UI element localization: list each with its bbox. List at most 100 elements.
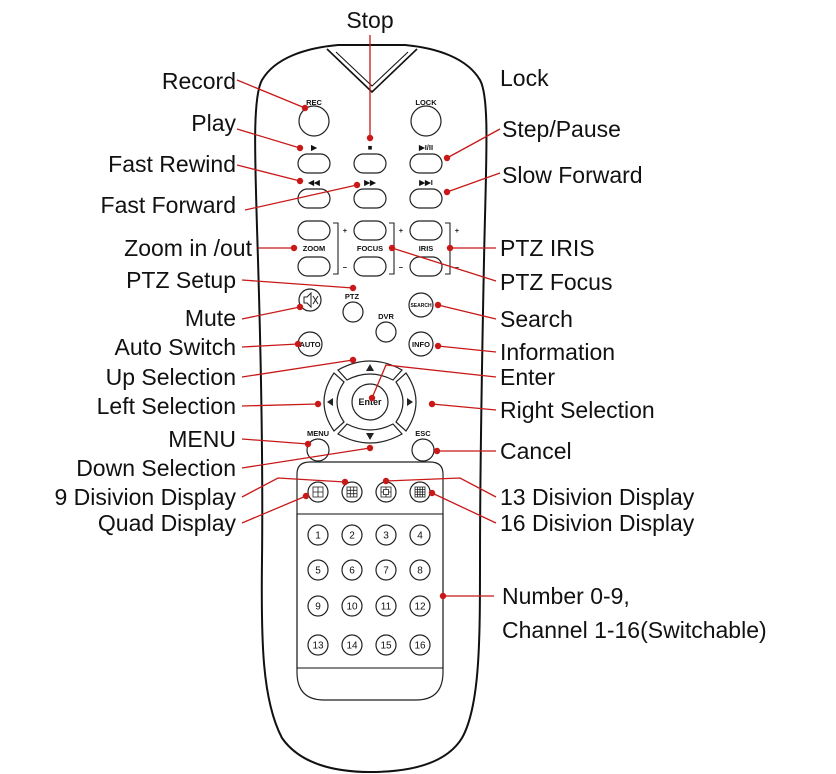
iris-plus: + bbox=[455, 226, 460, 235]
step-pause-symbol: ▶I/II bbox=[418, 143, 433, 152]
label-menu: MENU bbox=[168, 426, 236, 452]
dvr-label: DVR bbox=[378, 312, 394, 321]
dot-up bbox=[349, 356, 357, 364]
dot-div9 bbox=[341, 478, 349, 486]
number-key-label: 11 bbox=[381, 602, 392, 613]
dot-stop bbox=[366, 134, 374, 142]
label-zoom: Zoom in /out bbox=[124, 235, 252, 261]
label-information: Information bbox=[500, 339, 615, 365]
number-key-label: 5 bbox=[315, 566, 321, 577]
number-key-label: 13 bbox=[312, 641, 324, 652]
label-auto-switch: Auto Switch bbox=[115, 334, 236, 360]
label-ptz-iris: PTZ IRIS bbox=[500, 235, 595, 261]
dvr-button[interactable] bbox=[375, 321, 397, 343]
esc-label: ESC bbox=[415, 429, 431, 438]
play-button[interactable] bbox=[297, 153, 331, 174]
dot-numbers bbox=[439, 592, 447, 600]
number-key-label: 10 bbox=[346, 602, 358, 613]
dot-step-pause bbox=[443, 154, 451, 162]
iris-label: IRIS bbox=[419, 244, 434, 253]
number-key-label: 1 bbox=[315, 531, 321, 542]
iris-minus-button[interactable] bbox=[409, 256, 443, 277]
label-fast-forward: Fast Forward bbox=[101, 192, 236, 218]
label-left-selection: Left Selection bbox=[97, 393, 236, 419]
dot-quad bbox=[302, 492, 310, 500]
zoom-in-button[interactable] bbox=[297, 220, 331, 241]
number-key-label: 9 bbox=[315, 602, 321, 613]
label-step-pause: Step/Pause bbox=[502, 116, 621, 142]
dot-info bbox=[434, 342, 442, 350]
label-quad: Quad Display bbox=[98, 510, 237, 536]
dot-mute bbox=[296, 303, 304, 311]
fast-forward-symbol: ▶▶ bbox=[363, 178, 377, 187]
label-number-line1: Number 0-9, bbox=[502, 583, 630, 609]
info-label: INFO bbox=[412, 340, 430, 349]
number-key-label: 4 bbox=[417, 531, 423, 542]
dot-auto bbox=[294, 340, 302, 348]
number-key-label: 7 bbox=[383, 566, 389, 577]
label-slow-forward: Slow Forward bbox=[502, 162, 643, 188]
rewind-symbol: ◀◀ bbox=[307, 178, 321, 187]
dot-slow-forward bbox=[443, 188, 451, 196]
iris-plus-button[interactable] bbox=[409, 220, 443, 241]
dot-play bbox=[296, 144, 304, 152]
div13-display-button[interactable] bbox=[375, 481, 397, 503]
number-key-label: 8 bbox=[417, 566, 423, 577]
number-key-label: 15 bbox=[380, 641, 392, 652]
focus-plus: + bbox=[399, 226, 404, 235]
label-lock: Lock bbox=[500, 65, 549, 91]
label-cancel: Cancel bbox=[500, 438, 572, 464]
label-ptz-setup: PTZ Setup bbox=[126, 267, 236, 293]
label-div13: 13 Disivion Display bbox=[500, 484, 695, 510]
label-div9: 9 Disivion Display bbox=[54, 484, 236, 510]
dot-search bbox=[434, 301, 442, 309]
label-fast-rewind: Fast Rewind bbox=[108, 151, 236, 177]
step-pause-button[interactable] bbox=[409, 153, 443, 174]
lock-button[interactable] bbox=[410, 105, 442, 137]
number-key-label: 16 bbox=[414, 641, 426, 652]
search-label: SEARCH bbox=[410, 303, 432, 309]
label-search: Search bbox=[500, 306, 573, 332]
dot-right bbox=[428, 400, 436, 408]
dot-down bbox=[366, 444, 374, 452]
label-up-selection: Up Selection bbox=[106, 364, 236, 390]
dot-enter bbox=[368, 394, 376, 402]
dot-ptz-setup bbox=[349, 284, 357, 292]
fast-forward-button[interactable] bbox=[353, 188, 387, 209]
label-ptz-focus: PTZ Focus bbox=[500, 269, 612, 295]
ptz-label: PTZ bbox=[345, 292, 360, 301]
stop-button[interactable] bbox=[353, 153, 387, 174]
slow-forward-button[interactable] bbox=[409, 188, 443, 209]
number-key-label: 2 bbox=[349, 531, 355, 542]
dot-fast-rewind bbox=[296, 177, 304, 185]
dot-ptz-iris bbox=[446, 244, 454, 252]
label-down-selection: Down Selection bbox=[76, 455, 236, 481]
menu-label: MENU bbox=[307, 429, 329, 438]
dot-menu bbox=[304, 440, 312, 448]
auto-label: AUTO bbox=[299, 340, 320, 349]
slow-forward-symbol: ▶▶I bbox=[418, 178, 433, 187]
focus-minus-button[interactable] bbox=[353, 256, 387, 277]
zoom-minus: − bbox=[343, 263, 348, 272]
stop-symbol: ■ bbox=[368, 143, 373, 152]
label-div16: 16 Disivion Display bbox=[500, 510, 695, 536]
number-key-label: 6 bbox=[349, 566, 355, 577]
focus-plus-button[interactable] bbox=[353, 220, 387, 241]
ptz-button[interactable] bbox=[342, 301, 364, 323]
dot-ptz-focus bbox=[388, 244, 396, 252]
label-mute: Mute bbox=[185, 305, 236, 331]
number-key-label: 3 bbox=[383, 531, 389, 542]
dot-record bbox=[301, 104, 309, 112]
dot-div13 bbox=[382, 477, 390, 485]
label-record: Record bbox=[162, 68, 236, 94]
label-number-line2: Channel 1-16(Switchable) bbox=[502, 617, 767, 643]
dot-left bbox=[314, 400, 322, 408]
dot-cancel bbox=[433, 447, 441, 455]
zoom-out-button[interactable] bbox=[297, 256, 331, 277]
dot-div16 bbox=[428, 489, 436, 497]
label-play: Play bbox=[191, 110, 236, 136]
zoom-label: ZOOM bbox=[303, 244, 326, 253]
label-stop: Stop bbox=[346, 7, 393, 33]
esc-button[interactable] bbox=[411, 438, 435, 462]
number-key-label: 14 bbox=[346, 641, 358, 652]
